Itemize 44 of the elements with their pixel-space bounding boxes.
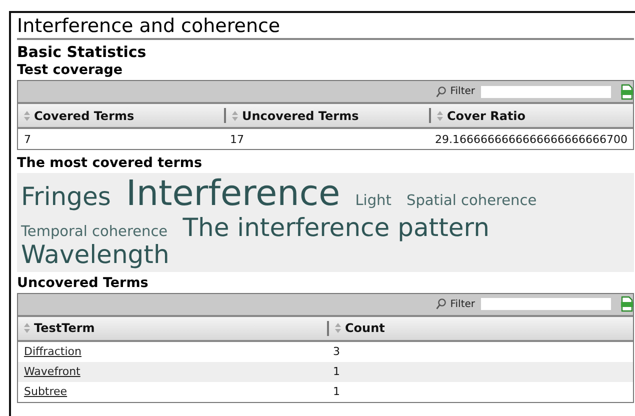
filter-label: Filter [450, 298, 475, 310]
table-cell-text: 3 [332, 345, 341, 358]
search-icon [436, 298, 446, 310]
tag-link[interactable]: Interference [126, 174, 340, 214]
table-cell-text: 17 [229, 132, 245, 146]
table-cell-text: 29.1666666666666666666666700 [434, 132, 628, 146]
section-heading: Uncovered Terms [17, 274, 150, 290]
section-heading: The most covered terms [17, 155, 203, 171]
tag-link[interactable]: Light [355, 193, 392, 209]
column-header[interactable]: Count [327, 320, 633, 336]
sort-icon [24, 323, 30, 333]
sort-icon [232, 110, 238, 120]
search-icon [436, 86, 446, 98]
tag-link[interactable]: The interference pattern [182, 212, 490, 242]
column-label: TestTerm [34, 321, 95, 335]
tag-link[interactable]: Fringes [21, 182, 111, 211]
sort-icon [437, 110, 443, 120]
table-cell-text: 1 [332, 365, 341, 378]
section-heading: Basic Statistics [17, 43, 148, 61]
column-header[interactable]: Covered Terms [18, 108, 224, 123]
sort-icon [24, 110, 30, 120]
section-heading: Test coverage [17, 62, 124, 78]
term-link[interactable]: Wavefront [24, 365, 80, 378]
term-link[interactable]: Subtree [24, 385, 68, 398]
document-icon [621, 296, 633, 312]
sort-icon [335, 323, 341, 333]
column-label: Cover Ratio [447, 108, 526, 122]
filter-field[interactable] [481, 86, 611, 98]
tag-link[interactable]: Spatial coherence [406, 193, 537, 209]
tag-link[interactable]: Wavelength [21, 240, 170, 269]
filter-field[interactable] [481, 298, 611, 310]
page-title: Interference and coherence [17, 15, 634, 40]
table-cell-text: 7 [23, 132, 32, 146]
column-header[interactable]: Uncovered Terms [224, 108, 429, 123]
column-label: Covered Terms [34, 108, 134, 122]
table-cell-text: 1 [332, 385, 341, 398]
tag-link[interactable]: Temporal coherence [21, 224, 168, 240]
document-icon [621, 84, 633, 100]
term-link[interactable]: Diffraction [24, 345, 82, 358]
column-label: Uncovered Terms [242, 108, 359, 122]
column-label: Count [345, 321, 385, 335]
filter-label: Filter [450, 86, 475, 97]
column-header[interactable]: Cover Ratio [429, 108, 633, 123]
column-header[interactable]: TestTerm [18, 320, 327, 336]
